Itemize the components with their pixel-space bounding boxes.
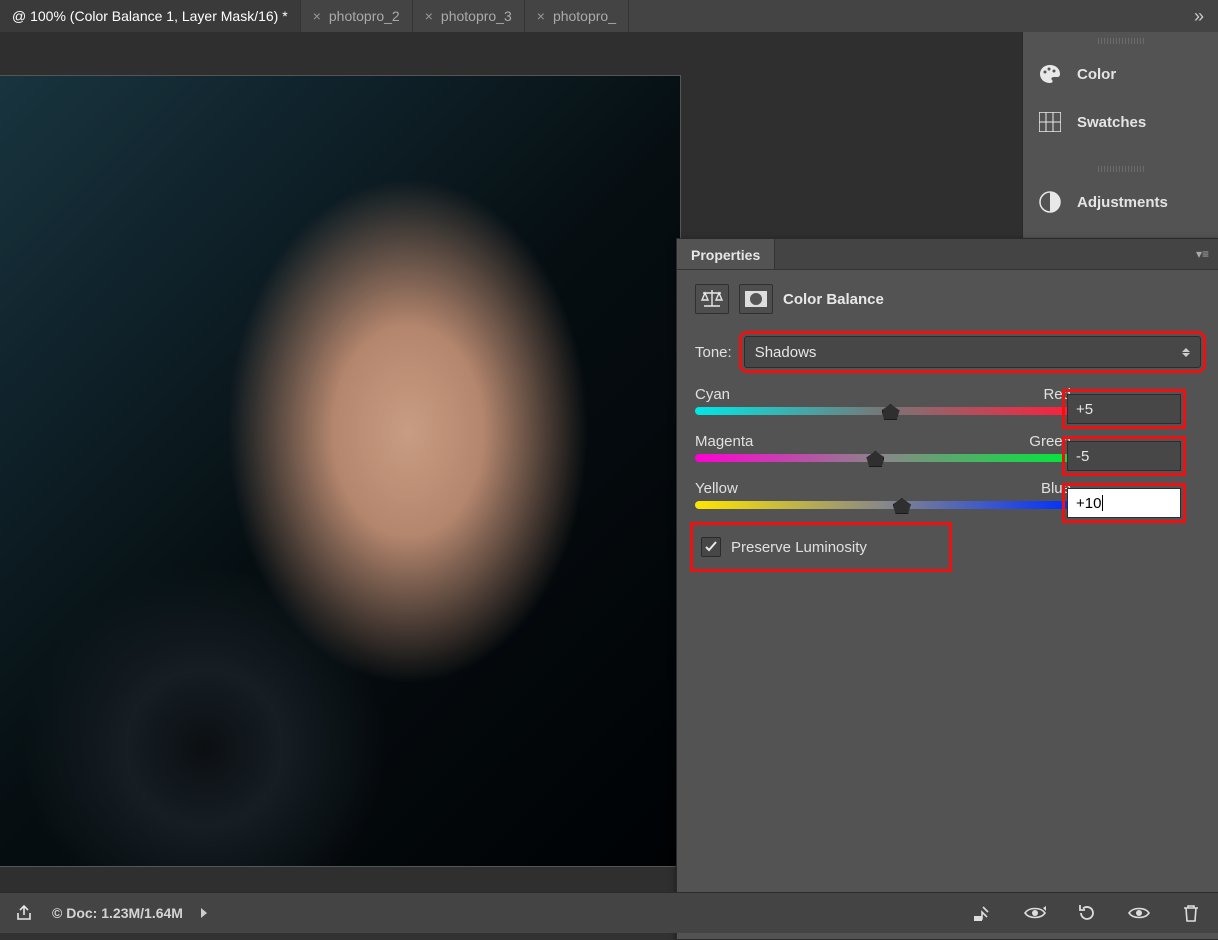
slider-row: CyanRed	[695, 386, 1071, 415]
doc-info: © Doc: 1.23M/1.64M	[52, 905, 183, 921]
panel-header: Properties ▾≡	[677, 239, 1218, 270]
panel-footer-icons	[970, 902, 1204, 924]
doc-info-menu-icon[interactable]	[201, 908, 207, 918]
panel-tab-properties[interactable]: Properties	[677, 239, 775, 269]
share-icon[interactable]	[14, 904, 34, 922]
document-tab-title: photopro_2	[329, 8, 400, 24]
slider-row: YellowBlue	[695, 480, 1071, 509]
slider-thumb-icon[interactable]	[866, 451, 884, 467]
preserve-luminosity-label: Preserve Luminosity	[731, 539, 867, 556]
preserve-luminosity-row: Preserve Luminosity	[695, 527, 947, 567]
visibility-icon[interactable]	[1126, 902, 1152, 924]
document-tab-title: photopro_3	[441, 8, 512, 24]
trash-icon[interactable]	[1178, 902, 1204, 924]
slider-value-input[interactable]: +5	[1067, 394, 1181, 424]
slider-left-label: Yellow	[695, 480, 738, 497]
slider-row: Magenta Green	[695, 433, 1071, 462]
document-tab[interactable]: × photopro_	[525, 0, 629, 32]
panel-grip-icon[interactable]	[1023, 160, 1218, 178]
properties-panel: Properties ▾≡ Color Balance Tone: Shadow…	[676, 238, 1218, 940]
document-tab[interactable]: × photopro_2	[301, 0, 413, 32]
portrait-rendering	[0, 76, 680, 866]
color-balance-slider[interactable]	[695, 501, 1071, 509]
close-icon[interactable]: ×	[537, 8, 545, 24]
slider-value-input[interactable]: +10	[1067, 488, 1181, 518]
panel-button-label: Color	[1077, 66, 1116, 83]
document-tab-title: @ 100% (Color Balance 1, Layer Mask/16) …	[12, 8, 288, 24]
close-icon[interactable]: ×	[425, 8, 433, 24]
panel-button-color[interactable]: Color	[1023, 50, 1218, 98]
slider-thumb-icon[interactable]	[893, 498, 911, 514]
document-tab-active[interactable]: @ 100% (Color Balance 1, Layer Mask/16) …	[0, 0, 301, 32]
tone-value: Shadows	[755, 344, 817, 361]
document-tab-bar: @ 100% (Color Balance 1, Layer Mask/16) …	[0, 0, 1218, 33]
slider-left-label: Magenta	[695, 433, 753, 450]
close-icon[interactable]: ×	[313, 8, 321, 24]
status-bar: © Doc: 1.23M/1.64M	[0, 892, 1218, 933]
reset-icon[interactable]	[1074, 902, 1100, 924]
tone-label: Tone:	[695, 344, 732, 361]
document-tab-title: photopro_	[553, 8, 616, 24]
panel-button-label: Swatches	[1077, 114, 1146, 131]
palette-icon	[1037, 63, 1063, 85]
slider-thumb-icon[interactable]	[882, 404, 900, 420]
slider-value-input[interactable]: -5	[1067, 441, 1181, 471]
layer-mask-icon[interactable]	[739, 284, 773, 314]
adjustment-header: Color Balance	[695, 284, 1201, 314]
document-tab[interactable]: × photopro_3	[413, 0, 525, 32]
panel-button-swatches[interactable]: Swatches	[1023, 98, 1218, 146]
panel-grip-icon[interactable]	[1023, 32, 1218, 50]
slider-left-label: Cyan	[695, 386, 730, 403]
panel-button-label: Adjustments	[1077, 194, 1168, 211]
clip-to-layer-icon[interactable]	[970, 902, 996, 924]
chevron-updown-icon	[1182, 348, 1190, 357]
color-balance-slider[interactable]	[695, 454, 1071, 462]
tone-select[interactable]: Shadows	[744, 336, 1201, 368]
panel-button-adjustments[interactable]: Adjustments	[1023, 178, 1218, 226]
panel-menu-icon[interactable]: ▾≡	[1186, 247, 1218, 261]
tone-row: Tone: Shadows	[695, 336, 1201, 368]
canvas-image[interactable]	[0, 76, 680, 866]
swatches-icon	[1037, 111, 1063, 133]
scales-icon[interactable]	[695, 284, 729, 314]
tab-overflow-button[interactable]: »	[1182, 0, 1218, 32]
adjustments-icon	[1037, 191, 1063, 213]
preserve-luminosity-checkbox[interactable]	[701, 537, 721, 557]
adjustment-title: Color Balance	[783, 291, 884, 308]
color-balance-slider[interactable]	[695, 407, 1071, 415]
visibility-previous-icon[interactable]	[1022, 902, 1048, 924]
slider-right-label: Green	[1029, 433, 1071, 450]
